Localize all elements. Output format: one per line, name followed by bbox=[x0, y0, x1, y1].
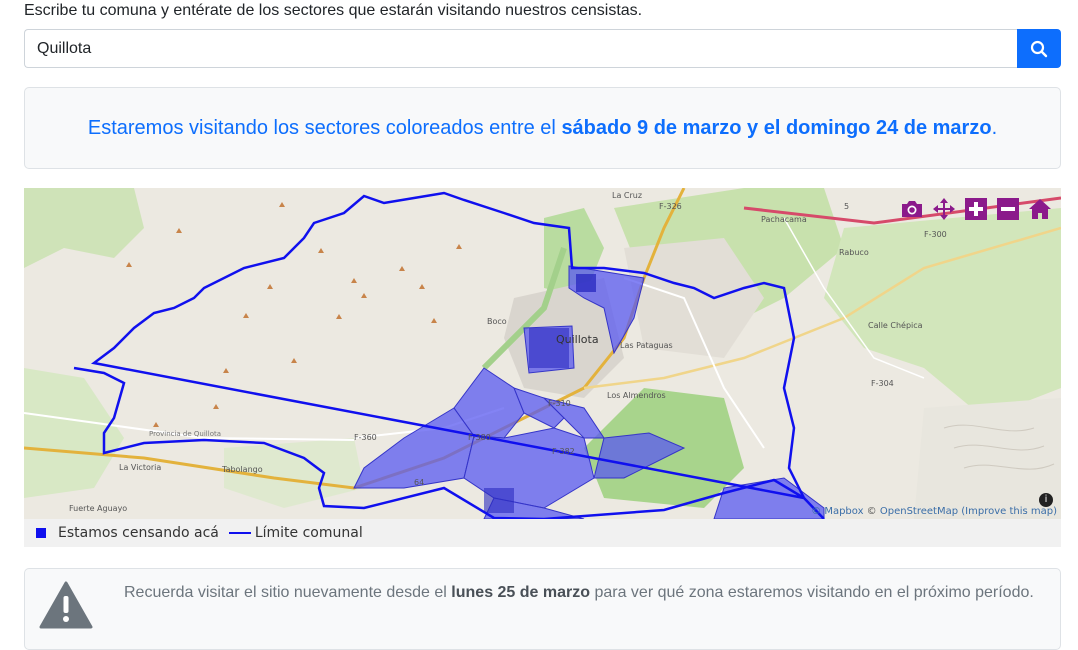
visit-dates-alert: Estaremos visitando los sectores colorea… bbox=[24, 87, 1061, 169]
warning-icon bbox=[39, 581, 93, 629]
map-label-rabuco: Rabuco bbox=[839, 248, 869, 257]
map-label-provincia: Provincia de Quillota bbox=[149, 430, 221, 438]
revisit-notice: Recuerda visitar el sitio nuevamente des… bbox=[24, 568, 1061, 650]
map-label-tabolango: Tabolango bbox=[221, 465, 263, 474]
comuna-search-input[interactable] bbox=[24, 29, 1018, 68]
attribution-separator: © bbox=[863, 506, 880, 517]
zoom-in-icon[interactable] bbox=[963, 196, 989, 222]
census-map[interactable]: La Cruz F-326 Pachacama 5 F-300 Rabuco B… bbox=[24, 188, 1061, 519]
census-legend-label: Estamos censando acá bbox=[58, 525, 219, 541]
search-button[interactable] bbox=[1017, 29, 1061, 68]
mapbox-link[interactable]: © Mapbox bbox=[811, 506, 863, 517]
camera-icon[interactable] bbox=[899, 196, 925, 222]
map-label-f310: F-310 bbox=[548, 399, 571, 408]
map-label-fuerte-aguayo: Fuerte Aguayo bbox=[69, 504, 127, 513]
search-icon bbox=[1030, 40, 1048, 57]
map-label-quillota: Quillota bbox=[556, 333, 599, 346]
boundary-legend-label: Límite comunal bbox=[254, 525, 363, 541]
revisit-notice-text: Recuerda visitar el sitio nuevamente des… bbox=[124, 581, 1034, 605]
map-label-pachacama: Pachacama bbox=[761, 215, 807, 224]
improve-map-link[interactable]: (Improve this map) bbox=[961, 506, 1057, 517]
map-label-la-victoria: La Victoria bbox=[119, 463, 161, 472]
revisit-prefix: Recuerda visitar el sitio nuevamente des… bbox=[124, 584, 452, 601]
census-legend-swatch bbox=[36, 528, 46, 538]
map-label-la-cruz: La Cruz bbox=[612, 191, 642, 200]
map-label-5: 5 bbox=[844, 202, 849, 211]
map-toolbar bbox=[899, 196, 1053, 222]
map-label-f382: F-382 bbox=[552, 447, 575, 456]
map-label-los-almendros: Los Almendros bbox=[607, 391, 666, 400]
boundary-legend-swatch bbox=[228, 532, 251, 534]
map-label-64: 64 bbox=[414, 478, 424, 487]
map-label-f360: F-360 bbox=[354, 433, 377, 442]
visit-dates-suffix: . bbox=[991, 116, 998, 139]
revisit-suffix: para ver qué zona estaremos visitando en… bbox=[590, 584, 1034, 601]
zoom-out-icon[interactable] bbox=[995, 196, 1021, 222]
map-label-boco: Boco bbox=[487, 317, 507, 326]
map-legend: Estamos censando acá Límite comunal bbox=[24, 519, 1061, 547]
map-label-f304: F-304 bbox=[871, 379, 894, 388]
intro-text: Escribe tu comuna y entérate de los sect… bbox=[24, 2, 643, 19]
visit-dates-range: sábado 9 de marzo y el domingo 24 de mar… bbox=[561, 116, 992, 139]
revisit-date: lunes 25 de marzo bbox=[451, 584, 591, 601]
osm-link[interactable]: OpenStreetMap bbox=[880, 506, 958, 517]
visit-dates-prefix: Estaremos visitando los sectores colorea… bbox=[87, 116, 556, 139]
map-label-f300: F-300 bbox=[924, 230, 947, 239]
map-attribution: © Mapbox © OpenStreetMap (Improve this m… bbox=[811, 506, 1057, 517]
pan-icon[interactable] bbox=[931, 196, 957, 222]
map-canvas[interactable]: La Cruz F-326 Pachacama 5 F-300 Rabuco B… bbox=[24, 188, 1061, 519]
map-label-calle-chepica: Calle Chépica bbox=[868, 320, 923, 330]
home-icon[interactable] bbox=[1027, 196, 1053, 222]
map-label-las-pataguas: Las Pataguas bbox=[620, 341, 673, 350]
map-info-icon[interactable]: i bbox=[1039, 493, 1053, 507]
search-bar bbox=[24, 29, 1061, 68]
map-label-f380: F-380 bbox=[468, 433, 491, 442]
map-label-f326: F-326 bbox=[659, 202, 682, 211]
